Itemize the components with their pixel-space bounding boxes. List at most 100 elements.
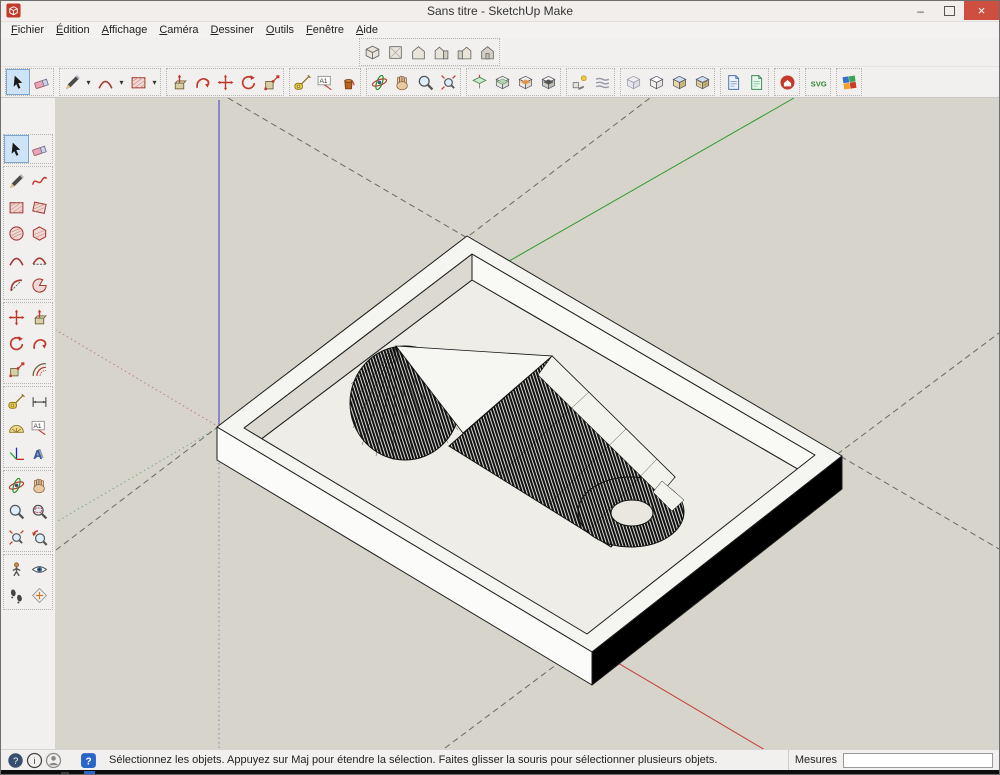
user-account-button[interactable] <box>45 752 62 769</box>
pie-tool[interactable] <box>28 272 51 298</box>
svg-text:A1: A1 <box>34 423 42 430</box>
pan-icon <box>33 478 45 493</box>
style-shaded-button[interactable] <box>668 70 690 94</box>
zoom-tool[interactable] <box>5 498 28 524</box>
view-front-button[interactable] <box>407 40 429 64</box>
menu-fenetre[interactable]: Fenêtre <box>300 24 350 36</box>
follow-me-tool-button[interactable] <box>191 70 213 94</box>
dimension-tool[interactable] <box>28 388 51 414</box>
maximize-button[interactable] <box>935 1 964 20</box>
extension-colors-button[interactable] <box>838 70 860 94</box>
view-right-button[interactable] <box>430 40 452 64</box>
text-tool[interactable]: A1 <box>28 414 51 440</box>
pan-tool-button[interactable] <box>391 70 413 94</box>
three-point-arc-tool[interactable] <box>5 272 28 298</box>
scale-tool[interactable] <box>5 356 28 382</box>
extension-warehouse-button[interactable] <box>776 70 798 94</box>
menu-fichier[interactable]: Fichier <box>5 24 50 36</box>
previous-view-tool[interactable] <box>28 524 51 550</box>
view-left-button[interactable] <box>453 40 475 64</box>
text-tool-button[interactable]: A1 <box>314 70 336 94</box>
offset-tool[interactable] <box>28 356 51 382</box>
follow-me-tool[interactable] <box>28 330 51 356</box>
info-button[interactable]: i <box>26 752 43 769</box>
view-iso-button[interactable] <box>361 40 383 64</box>
zoom-extents-button[interactable] <box>437 70 459 94</box>
extension-doc-button-1[interactable] <box>722 70 744 94</box>
freehand-tool[interactable] <box>28 168 51 194</box>
minimize-button[interactable]: – <box>906 1 935 20</box>
section-display-button[interactable] <box>491 70 513 94</box>
instructor-help-button[interactable]: ? <box>80 752 97 769</box>
menu-aide[interactable]: Aide <box>350 24 384 36</box>
eraser-tool-button[interactable] <box>30 70 52 94</box>
menu-dessiner[interactable]: Dessiner <box>204 24 259 36</box>
move-tool-button[interactable] <box>214 70 236 94</box>
axes-tool[interactable] <box>5 440 28 466</box>
pan-tool[interactable] <box>28 472 51 498</box>
svg-export-button[interactable]: SVG <box>807 70 829 94</box>
view-back-button[interactable] <box>476 40 498 64</box>
menu-affichage[interactable]: Affichage <box>96 24 154 36</box>
shadows-button[interactable] <box>568 70 590 94</box>
followme-icon <box>33 338 47 349</box>
paint-bucket-tool-button[interactable] <box>337 70 359 94</box>
walk-tool[interactable] <box>5 582 28 608</box>
section-fill-button[interactable] <box>537 70 559 94</box>
pushpull-icon <box>173 74 187 89</box>
line-tool[interactable] <box>5 168 28 194</box>
help-button[interactable]: ? <box>7 752 24 769</box>
move-tool[interactable] <box>5 304 28 330</box>
view-top-button[interactable] <box>384 40 406 64</box>
shapes-tool-button[interactable] <box>127 70 149 94</box>
zoom-tool-button[interactable] <box>414 70 436 94</box>
style-textured-button[interactable] <box>691 70 713 94</box>
tape-icon <box>8 393 25 409</box>
position-camera-tool[interactable] <box>5 556 28 582</box>
style-xray-button[interactable] <box>622 70 644 94</box>
menu-camera[interactable]: Caméra <box>153 24 204 36</box>
chevron-down-icon[interactable]: ▾ <box>150 78 159 87</box>
rotate-tool[interactable] <box>5 330 28 356</box>
3d-text-tool[interactable]: AA <box>28 440 51 466</box>
section-plane-button[interactable] <box>468 70 490 94</box>
rotate-tool-button[interactable] <box>237 70 259 94</box>
eraser-tool[interactable] <box>28 136 51 162</box>
extension-doc-button-2[interactable] <box>745 70 767 94</box>
two-point-arc-tool[interactable] <box>28 246 51 272</box>
select-tool[interactable] <box>4 135 29 163</box>
title-bar: Sans titre - SketchUp Make – × <box>1 1 999 22</box>
zoom-window-tool[interactable] <box>28 498 51 524</box>
section-plane-tool[interactable] <box>28 582 51 608</box>
circle-tool[interactable] <box>5 220 28 246</box>
measurements-input[interactable] <box>843 752 993 768</box>
orbit-tool[interactable] <box>5 472 28 498</box>
model-scene <box>55 98 999 749</box>
push-pull-tool-button[interactable] <box>168 70 190 94</box>
look-around-tool[interactable] <box>28 556 51 582</box>
push-pull-tool[interactable] <box>28 304 51 330</box>
close-button[interactable]: × <box>964 1 999 20</box>
tape-measure-tool[interactable] <box>5 388 28 414</box>
orbit-tool-button[interactable] <box>368 70 390 94</box>
tape-measure-tool-button[interactable] <box>291 70 313 94</box>
protractor-tool[interactable] <box>5 414 28 440</box>
fog-button[interactable] <box>591 70 613 94</box>
arcs-tool-button[interactable] <box>94 70 116 94</box>
chevron-down-icon[interactable]: ▾ <box>84 78 93 87</box>
rotated-rectangle-tool[interactable] <box>28 194 51 220</box>
arc-tool[interactable] <box>5 246 28 272</box>
rectangle-tool[interactable] <box>5 194 28 220</box>
polygon-tool[interactable] <box>28 220 51 246</box>
chevron-down-icon[interactable]: ▾ <box>117 78 126 87</box>
section-cut-button[interactable] <box>514 70 536 94</box>
select-tool-button[interactable] <box>6 69 30 95</box>
style-hidden-line-button[interactable] <box>645 70 667 94</box>
menu-outils[interactable]: Outils <box>260 24 300 36</box>
menu-edition[interactable]: Édition <box>50 24 96 36</box>
viewport-3d[interactable] <box>55 98 999 749</box>
scale-tool-button[interactable] <box>260 70 282 94</box>
line-tool-button[interactable] <box>61 70 83 94</box>
taskbar-app-icon[interactable] <box>84 771 95 774</box>
zoom-extents-tool[interactable] <box>5 524 28 550</box>
